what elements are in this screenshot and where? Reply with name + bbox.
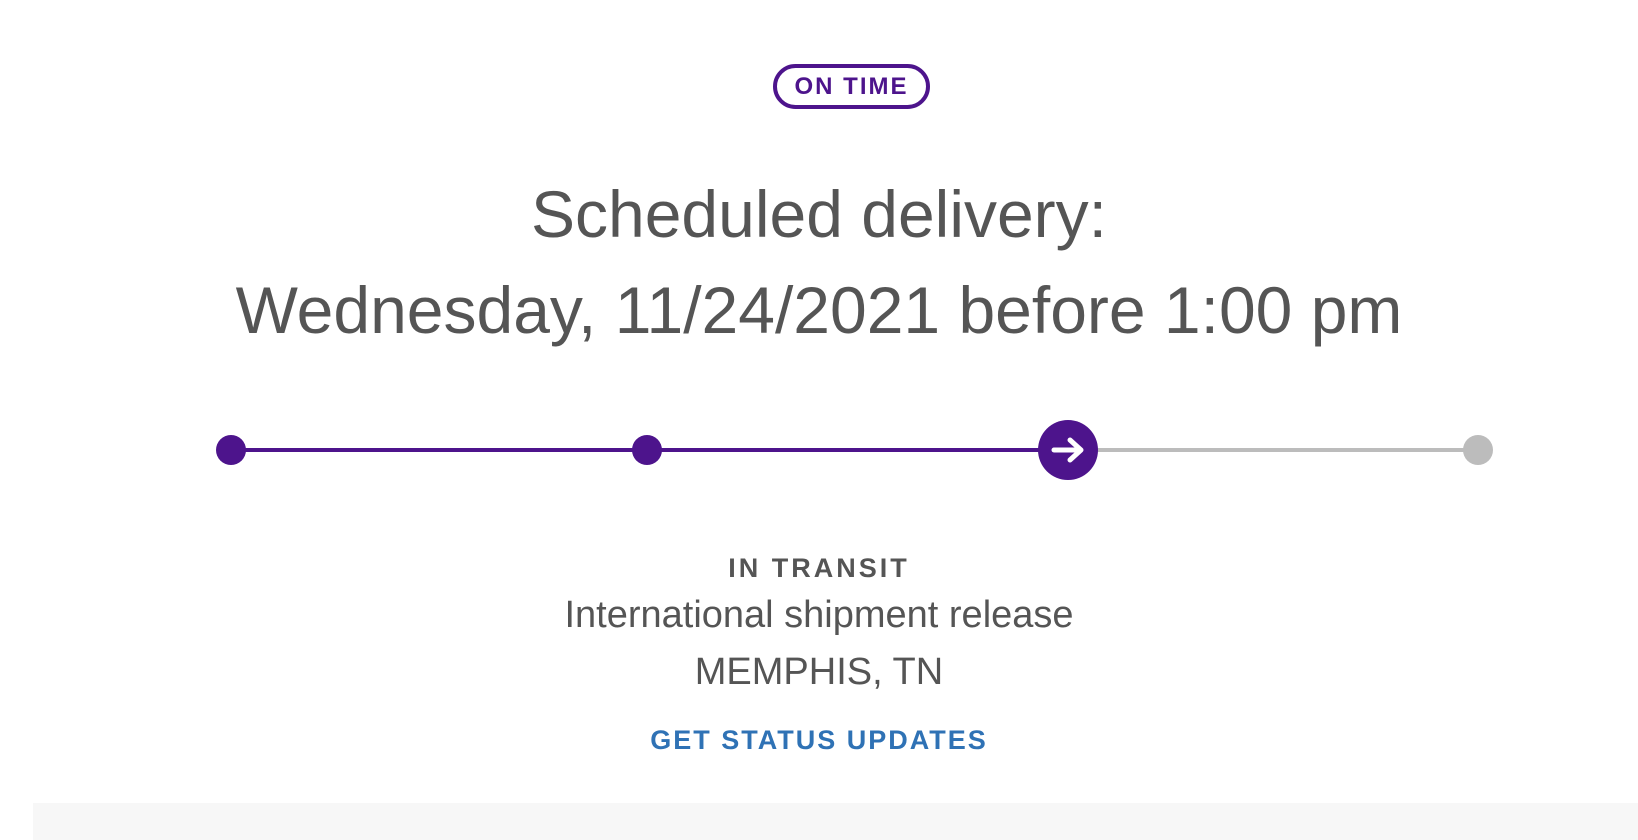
shipment-progress-tracker (0, 410, 1638, 490)
status-badge: ON TIME (773, 64, 930, 109)
current-status-label: IN TRANSIT (728, 553, 910, 583)
progress-step-4 (1463, 435, 1493, 465)
footer-section-divider (33, 803, 1638, 840)
scheduled-delivery-date: Wednesday, 11/24/2021 before 1:00 pm (235, 273, 1403, 347)
progress-step-3-current (1038, 420, 1098, 480)
current-status-location: MEMPHIS, TN (694, 651, 944, 693)
get-status-updates-link[interactable]: GET STATUS UPDATES (0, 725, 1638, 756)
progress-step-2 (632, 435, 662, 465)
current-status-description: International shipment release (564, 594, 1074, 636)
progress-step-1 (216, 435, 246, 465)
progress-track (216, 420, 1493, 480)
shipment-status-panel: ON TIME Scheduled delivery: Wednesday, 1… (0, 0, 1638, 840)
scheduled-delivery-heading: Scheduled delivery: (530, 177, 1108, 251)
